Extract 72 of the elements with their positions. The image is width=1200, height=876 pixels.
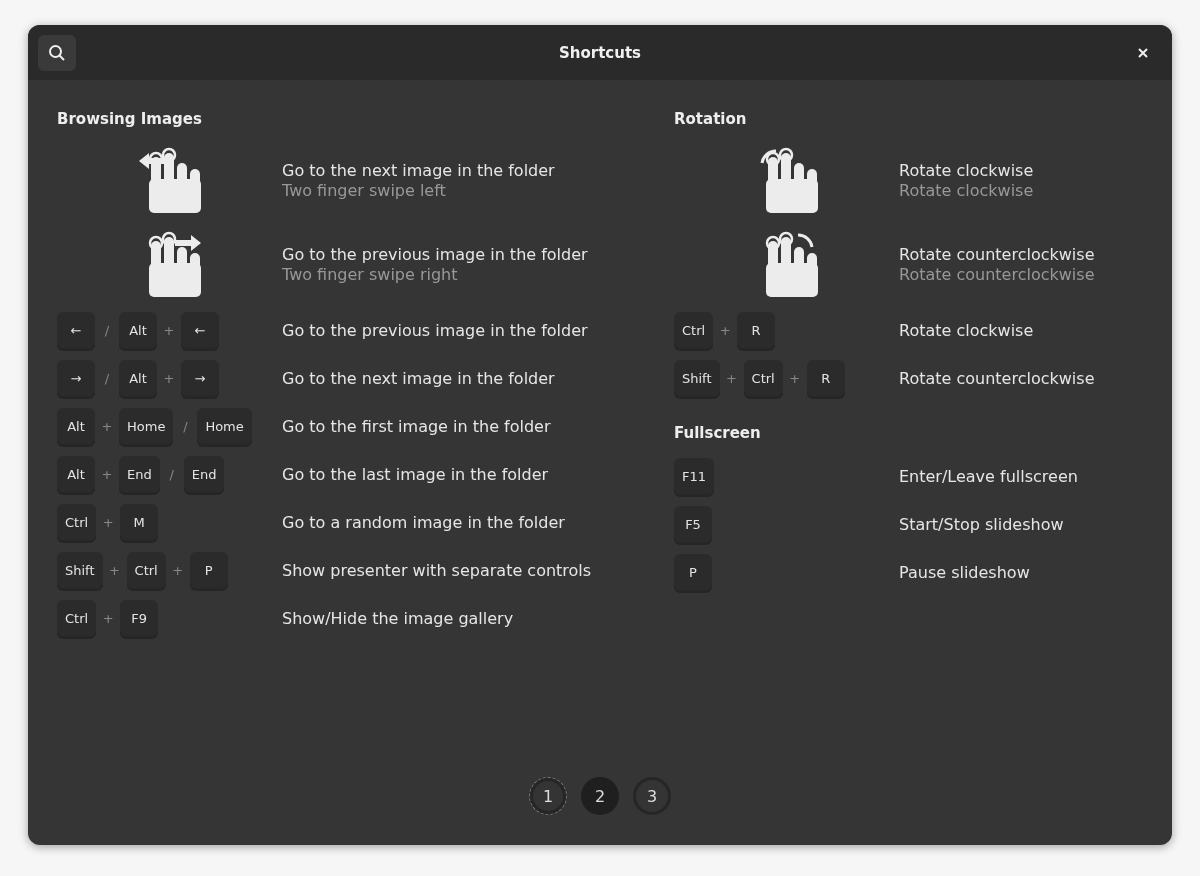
shortcut-description: Go to the previous image in the folder — [282, 320, 589, 340]
page-button[interactable]: 2 — [581, 777, 619, 815]
gesture-subtitle: Two finger swipe right — [282, 264, 459, 284]
shortcut-description: Go to the last image in the folder — [282, 464, 550, 484]
key-cap: M — [120, 504, 159, 540]
key-separator: / — [182, 418, 189, 434]
key-cap: → — [181, 360, 219, 396]
shortcut-description: Pause slideshow — [899, 562, 1031, 582]
key-separator: / — [168, 466, 175, 482]
gesture-subtitle: Two finger swipe left — [282, 180, 447, 200]
key-cap: F11 — [674, 458, 715, 494]
key-separator: + — [101, 610, 115, 626]
key-cap: F5 — [674, 506, 712, 542]
key-separator: + — [788, 370, 802, 386]
key-cap: Ctrl — [57, 600, 97, 636]
section-title: Fullscreen — [674, 423, 762, 444]
shortcut-description: Rotate clockwise — [899, 320, 1035, 340]
section-title: Browsing Images — [57, 109, 203, 130]
shortcut-description: Go to the first image in the folder — [282, 416, 552, 436]
close-icon — [1138, 47, 1148, 58]
shortcut-description: Enter/Leave fullscreen — [899, 466, 1079, 486]
shortcut-description: Go to a random image in the folder — [282, 512, 566, 532]
key-cap: Alt — [57, 408, 95, 444]
key-cap: → — [57, 360, 95, 396]
key-cap: Shift — [57, 552, 103, 588]
key-cap: Ctrl — [57, 504, 97, 540]
shortcut-description: Go to the next image in the folder — [282, 368, 556, 388]
shortcut-description: Start/Stop slideshow — [899, 514, 1065, 534]
window-title: Shortcuts — [559, 43, 641, 62]
key-cap: End — [183, 456, 225, 492]
section-title: Rotation — [674, 109, 748, 130]
page-button[interactable]: 3 — [633, 777, 671, 815]
key-cap: End — [119, 456, 160, 492]
key-separator: + — [718, 322, 732, 338]
key-separator: + — [162, 322, 176, 338]
key-cap: Ctrl — [126, 552, 166, 588]
key-cap: Ctrl — [743, 360, 783, 396]
gesture-subtitle: Rotate clockwise — [899, 180, 1035, 200]
key-cap: Alt — [119, 312, 157, 348]
key-separator: + — [100, 466, 114, 482]
shortcut-description: Rotate counterclockwise — [899, 368, 1096, 388]
key-separator: + — [171, 562, 185, 578]
key-separator: + — [101, 514, 115, 530]
search-icon — [48, 43, 66, 62]
key-cap: ← — [57, 312, 95, 348]
key-separator: + — [108, 562, 121, 578]
shortcut-description: Rotate clockwise — [899, 160, 1035, 180]
shortcut-description: Go to the previous image in the folder — [282, 244, 589, 264]
key-separator: / — [103, 322, 111, 338]
gesture-subtitle: Rotate counterclockwise — [899, 264, 1096, 284]
key-cap: P — [674, 554, 712, 590]
key-cap: Home — [197, 408, 252, 444]
key-separator: + — [162, 370, 176, 386]
key-cap: Home — [119, 408, 174, 444]
shortcut-description: Show/Hide the image gallery — [282, 608, 515, 628]
key-separator: / — [103, 370, 111, 386]
search-button[interactable] — [38, 34, 76, 71]
key-cap: Alt — [119, 360, 157, 396]
key-cap: R — [737, 312, 776, 348]
key-cap: Shift — [674, 360, 720, 396]
key-separator: + — [100, 418, 114, 434]
key-cap: P — [189, 552, 228, 588]
shortcut-description: Rotate counterclockwise — [899, 244, 1096, 264]
key-cap: Alt — [57, 456, 95, 492]
shortcut-description: Show presenter with separate controls — [282, 560, 593, 580]
page-button[interactable]: 1 — [529, 777, 567, 815]
key-cap: ← — [181, 312, 219, 348]
key-cap: R — [806, 360, 845, 396]
key-cap: Ctrl — [674, 312, 714, 348]
shortcut-description: Go to the next image in the folder — [282, 160, 556, 180]
key-cap: F9 — [120, 600, 159, 636]
key-separator: + — [725, 370, 738, 386]
